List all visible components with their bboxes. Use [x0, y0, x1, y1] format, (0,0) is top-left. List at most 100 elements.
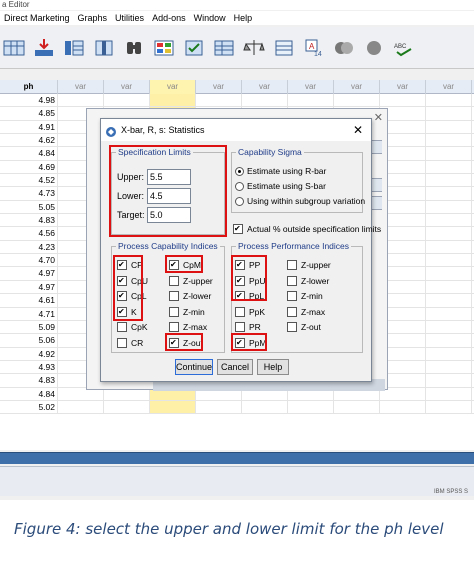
checkbox-icon[interactable]	[235, 322, 245, 332]
value-labels-icon[interactable]	[212, 37, 236, 59]
checkbox-icon[interactable]	[287, 306, 297, 317]
checkbox-row[interactable]: CpK	[117, 321, 148, 333]
ph-cell[interactable]: 4.91	[0, 120, 58, 134]
go-to-case-icon[interactable]	[152, 37, 176, 59]
find-icon[interactable]	[122, 37, 146, 59]
empty-cell[interactable]	[334, 400, 380, 414]
circles-icon[interactable]	[362, 37, 386, 59]
spell-check-icon[interactable]: ABC	[392, 37, 416, 59]
empty-cell[interactable]	[426, 267, 472, 280]
ph-cell[interactable]: 4.73	[0, 187, 58, 200]
checkbox-icon[interactable]	[287, 260, 297, 270]
radio-selected-icon[interactable]	[235, 166, 244, 176]
sigma-option-rbar[interactable]: Estimate using R-bar	[235, 166, 326, 176]
var-column-header[interactable]: var	[196, 80, 242, 94]
ph-cell[interactable]: 4.83	[0, 214, 58, 227]
ph-cell[interactable]: 4.56	[0, 227, 58, 240]
ph-cell[interactable]: 4.52	[0, 174, 58, 187]
checkbox-icon[interactable]	[117, 322, 127, 332]
ph-cell[interactable]: 5.09	[0, 320, 58, 334]
var-column-header[interactable]: var	[288, 80, 334, 94]
empty-cell[interactable]	[426, 107, 472, 120]
checkbox-row[interactable]: Z-out	[287, 321, 321, 333]
split-file-icon[interactable]	[92, 37, 116, 59]
empty-cell[interactable]	[426, 320, 472, 334]
empty-cell[interactable]	[242, 400, 288, 414]
close-icon[interactable]: ✕	[353, 119, 363, 141]
cancel-button[interactable]: Cancel	[217, 359, 253, 375]
checkbox-icon[interactable]	[169, 275, 179, 286]
checkbox-row[interactable]: Z-max	[287, 306, 325, 318]
ph-cell[interactable]: 5.02	[0, 400, 58, 414]
help-button[interactable]: Help	[257, 359, 289, 375]
radio-icon[interactable]	[235, 196, 244, 206]
ph-cell[interactable]: 4.98	[0, 94, 58, 107]
data-grid-icon[interactable]	[2, 37, 26, 59]
ph-cell[interactable]: 4.70	[0, 254, 58, 267]
empty-cell[interactable]	[426, 227, 472, 240]
empty-cell[interactable]	[288, 94, 334, 107]
empty-cell[interactable]	[426, 387, 472, 400]
empty-cell[interactable]	[104, 94, 150, 107]
var-column-header[interactable]: var	[242, 80, 288, 94]
use-sets-icon[interactable]: A 14	[302, 37, 326, 59]
checkbox-row[interactable]: CR	[117, 337, 143, 349]
var-column-header[interactable]: var	[104, 80, 150, 94]
checkbox-row[interactable]: PR	[235, 321, 261, 333]
variable-sets-icon[interactable]	[272, 37, 296, 59]
checkbox-icon[interactable]	[117, 337, 127, 348]
empty-cell[interactable]	[380, 94, 426, 107]
checkbox-row[interactable]: Z-min	[169, 306, 205, 318]
empty-cell[interactable]	[334, 94, 380, 107]
ph-cell[interactable]: 4.92	[0, 347, 58, 360]
menu-add-ons[interactable]: Add-ons	[148, 11, 190, 25]
menu-utilities[interactable]: Utilities	[111, 11, 148, 25]
ph-cell[interactable]: 4.23	[0, 240, 58, 254]
checkbox-icon[interactable]	[169, 322, 179, 332]
ph-cell[interactable]: 4.71	[0, 307, 58, 320]
ph-cell[interactable]: 5.05	[0, 200, 58, 214]
insert-cases-icon[interactable]	[32, 37, 56, 59]
continue-button[interactable]: Continue	[175, 359, 213, 375]
empty-cell[interactable]	[150, 94, 196, 107]
var-column-header-selected[interactable]: var	[150, 80, 196, 94]
empty-cell[interactable]	[426, 347, 472, 360]
checkbox-row[interactable]: Z-lower	[169, 290, 211, 302]
ph-cell[interactable]: 4.84	[0, 387, 58, 400]
empty-cell[interactable]	[58, 400, 104, 414]
empty-cell[interactable]	[426, 187, 472, 200]
checkbox-icon[interactable]	[169, 306, 179, 317]
empty-cell[interactable]	[426, 360, 472, 374]
empty-cell[interactable]	[196, 400, 242, 414]
empty-cell[interactable]	[426, 214, 472, 227]
empty-cell[interactable]	[426, 374, 472, 387]
ph-column-header[interactable]: ph	[0, 80, 58, 94]
empty-cell[interactable]	[104, 400, 150, 414]
sigma-option-within[interactable]: Using within subgroup variation	[235, 196, 365, 206]
checkbox-checked-icon[interactable]	[233, 224, 243, 234]
empty-cell[interactable]	[380, 400, 426, 414]
var-column-header[interactable]: var	[426, 80, 472, 94]
empty-cell[interactable]	[426, 174, 472, 187]
var-column-header[interactable]: var	[334, 80, 380, 94]
close-icon[interactable]: ✕	[374, 111, 383, 124]
empty-cell[interactable]	[426, 280, 472, 294]
empty-cell[interactable]	[426, 240, 472, 254]
ph-cell[interactable]: 4.84	[0, 147, 58, 160]
empty-cell[interactable]	[426, 94, 472, 107]
checkbox-row[interactable]: Z-min	[287, 290, 323, 302]
checkbox-row[interactable]: Z-upper	[169, 275, 213, 287]
checkbox-icon[interactable]	[287, 291, 297, 301]
ph-cell[interactable]: 4.62	[0, 134, 58, 147]
empty-cell[interactable]	[150, 400, 196, 414]
var-column-header[interactable]: var	[58, 80, 104, 94]
empty-cell[interactable]	[426, 400, 472, 414]
empty-cell[interactable]	[242, 94, 288, 107]
checkbox-icon[interactable]	[287, 275, 297, 286]
ph-cell[interactable]: 4.61	[0, 294, 58, 307]
actual-pct-checkbox-row[interactable]: Actual % outside specification limits	[233, 223, 381, 235]
empty-cell[interactable]	[426, 147, 472, 160]
radio-icon[interactable]	[235, 181, 244, 191]
empty-cell[interactable]	[426, 254, 472, 267]
menu-window[interactable]: Window	[190, 11, 230, 25]
